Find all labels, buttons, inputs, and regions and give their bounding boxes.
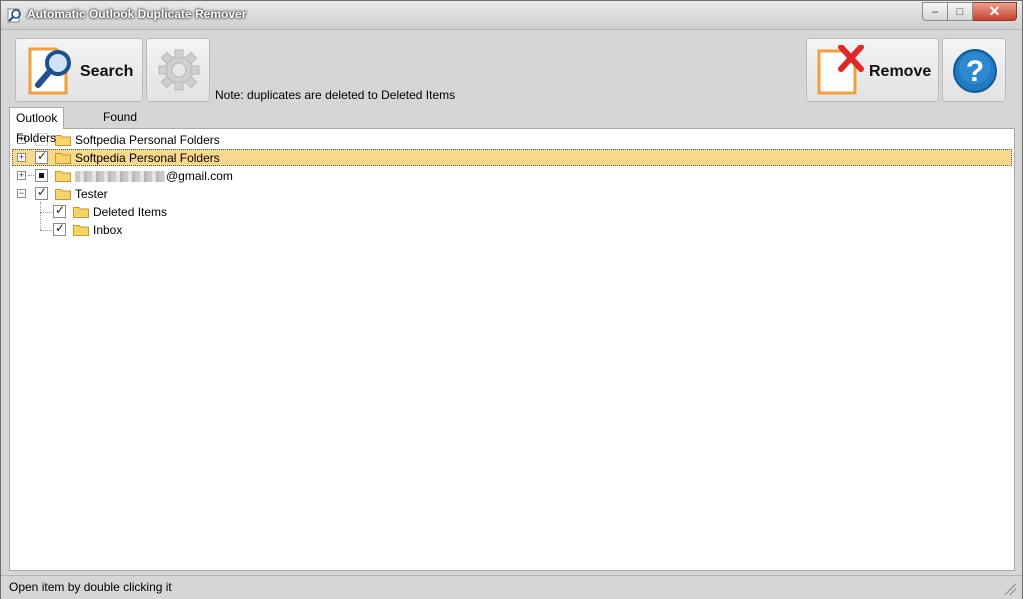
checkmark-icon: ✓ <box>37 149 48 163</box>
tree-item-personal-folders-2[interactable]: + ✓ Softpedia Personal Folders <box>10 149 1014 167</box>
tree-item-label: Inbox <box>93 223 123 237</box>
remove-button[interactable]: Remove <box>806 38 939 102</box>
checkmark-icon: ✓ <box>37 185 48 199</box>
tree-item-personal-folders-1[interactable]: + Softpedia Personal Folders <box>10 131 1014 149</box>
tree-item-label: Softpedia Personal Folders <box>75 151 220 165</box>
folder-icon <box>73 207 89 218</box>
app-icon <box>7 8 21 23</box>
search-label: Search <box>80 63 134 80</box>
tree-item-label: Tester <box>75 187 108 201</box>
status-text: Open item by double clicking it <box>9 580 172 594</box>
folder-tree[interactable]: + Softpedia Personal Folders + ✓ Softped… <box>9 128 1015 571</box>
tab-found-duplicates[interactable]: Found Duplicates <box>97 109 165 141</box>
remove-label: Remove <box>869 63 932 80</box>
remove-document-icon <box>817 45 864 95</box>
note-text: Note: duplicates are deleted to Deleted … <box>215 88 456 102</box>
folder-icon <box>73 225 89 236</box>
tree-item-label: @gmail.com <box>166 169 233 183</box>
question-icon: ? <box>953 49 997 93</box>
window-controls: – □ ✕ <box>922 2 1017 21</box>
title-bar[interactable]: Automatic Outlook Duplicate Remover – □ … <box>1 1 1022 30</box>
settings-button[interactable] <box>146 38 210 102</box>
svg-text:?: ? <box>966 55 984 88</box>
tree-item-label: Deleted Items <box>93 205 168 219</box>
tree-item-label: Softpedia Personal Folders <box>75 133 220 147</box>
tree-item-deleted-items[interactable]: ✓ Deleted Items <box>10 203 1014 221</box>
minimize-button[interactable]: – <box>922 2 948 21</box>
status-bar: Open item by double clicking it <box>1 575 1022 599</box>
expand-toggle[interactable]: + <box>17 153 26 162</box>
window-title: Automatic Outlook Duplicate Remover <box>27 7 247 21</box>
item-checkbox[interactable]: ✓ <box>35 149 48 164</box>
folder-icon <box>55 135 71 146</box>
indeterminate-mark <box>39 173 44 178</box>
item-checkbox[interactable]: ✓ <box>35 185 48 200</box>
help-button[interactable]: ? <box>942 38 1006 102</box>
tree-item-inbox[interactable]: ✓ Inbox <box>10 221 1014 239</box>
tree-item-tester[interactable]: − ✓ Tester <box>10 185 1014 203</box>
folder-icon <box>55 153 71 164</box>
maximize-button[interactable]: □ <box>948 2 973 21</box>
collapse-toggle[interactable]: − <box>17 189 26 198</box>
tab-outlook-folders[interactable]: Outlook Folders <box>9 107 65 145</box>
search-document-icon <box>28 47 71 95</box>
app-window: Automatic Outlook Duplicate Remover – □ … <box>0 0 1023 599</box>
checkmark-icon: ✓ <box>55 221 66 235</box>
checkmark-icon: ✓ <box>55 203 66 217</box>
item-checkbox[interactable] <box>35 169 48 182</box>
folder-icon <box>55 189 71 200</box>
folder-icon <box>55 171 71 182</box>
item-checkbox[interactable]: ✓ <box>53 203 66 218</box>
resize-grip-icon[interactable] <box>1004 583 1016 595</box>
close-button[interactable]: ✕ <box>973 2 1017 21</box>
toolbar: Search Note: duplicates are deleted to D… <box>1 30 1022 106</box>
expand-toggle[interactable]: + <box>17 171 26 180</box>
redacted-email-prefix <box>75 171 165 183</box>
search-button[interactable]: Search <box>15 38 143 102</box>
gear-icon <box>158 49 200 91</box>
item-checkbox[interactable]: ✓ <box>53 221 66 236</box>
tree-item-gmail[interactable]: + @gmail.com <box>10 167 1014 185</box>
